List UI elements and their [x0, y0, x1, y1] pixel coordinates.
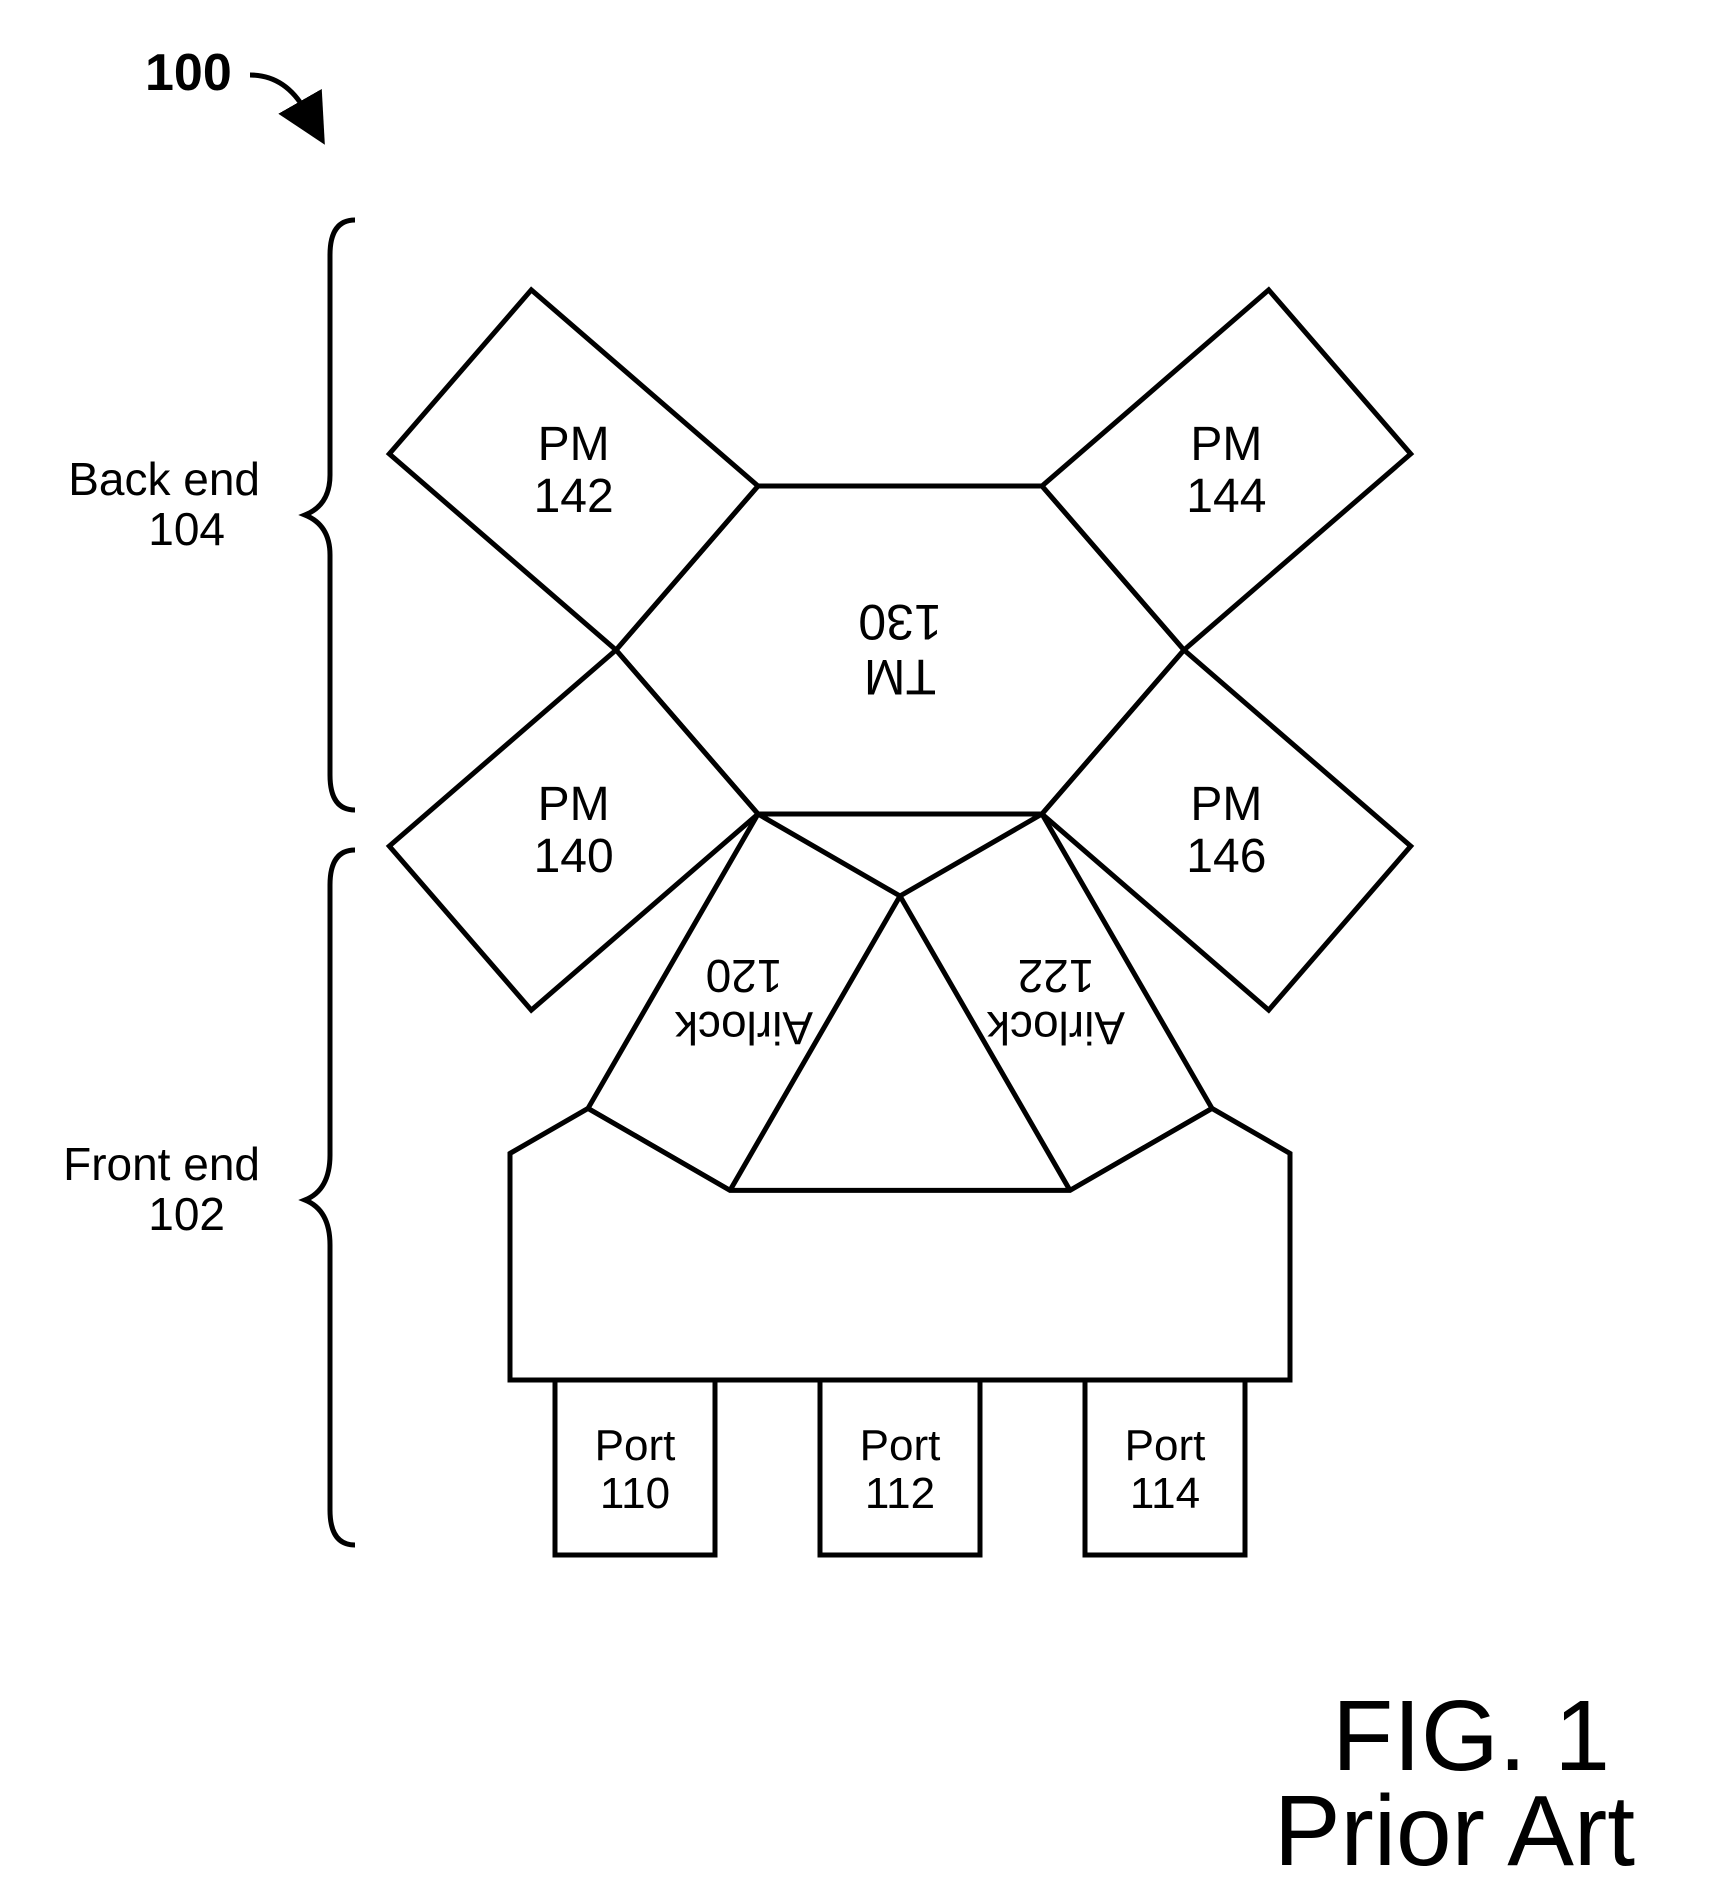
- port114-label: Port: [1125, 1421, 1206, 1470]
- front-end-label: Front end: [63, 1138, 260, 1190]
- figure-ref: 100: [145, 44, 232, 102]
- brace-back-end: [305, 220, 355, 810]
- figure-diagram: 100 FIG. 1 Prior Art Back end 104 Front …: [0, 0, 1735, 1877]
- port-114: Port 114: [1085, 1380, 1245, 1555]
- port114-ref: 114: [1130, 1469, 1200, 1518]
- figure-ref-arrow: [250, 75, 305, 110]
- port110-ref: 110: [600, 1469, 670, 1518]
- front-trapezoid: [510, 1108, 1290, 1380]
- brace-front-end: [305, 850, 355, 1545]
- pm144-ref: 144: [1186, 470, 1266, 523]
- tm-label: TM: [864, 649, 936, 705]
- pm144-label: PM: [1190, 418, 1262, 471]
- back-end-label: Back end: [68, 453, 260, 505]
- figure-caption-2: Prior Art: [1274, 1775, 1635, 1877]
- pm146-label: PM: [1190, 778, 1262, 831]
- airlock122-label: Airlock: [986, 1002, 1125, 1054]
- port110-label: Port: [595, 1421, 676, 1470]
- back-end-ref: 104: [148, 503, 225, 555]
- port-112: Port 112: [820, 1380, 980, 1555]
- pm142-ref: 142: [534, 470, 614, 523]
- airlock120-ref: 120: [706, 950, 783, 1002]
- pm140-label: PM: [538, 778, 610, 831]
- port112-ref: 112: [865, 1469, 935, 1518]
- pm142-label: PM: [538, 418, 610, 471]
- pm146-ref: 146: [1186, 830, 1266, 883]
- pm140-ref: 140: [534, 830, 614, 883]
- airlock122-ref: 122: [1018, 950, 1095, 1002]
- front-end-ref: 102: [148, 1188, 225, 1240]
- tm-ref: 130: [858, 594, 941, 650]
- port112-label: Port: [860, 1421, 941, 1470]
- port-110: Port 110: [555, 1380, 715, 1555]
- airlock120-label: Airlock: [674, 1002, 813, 1054]
